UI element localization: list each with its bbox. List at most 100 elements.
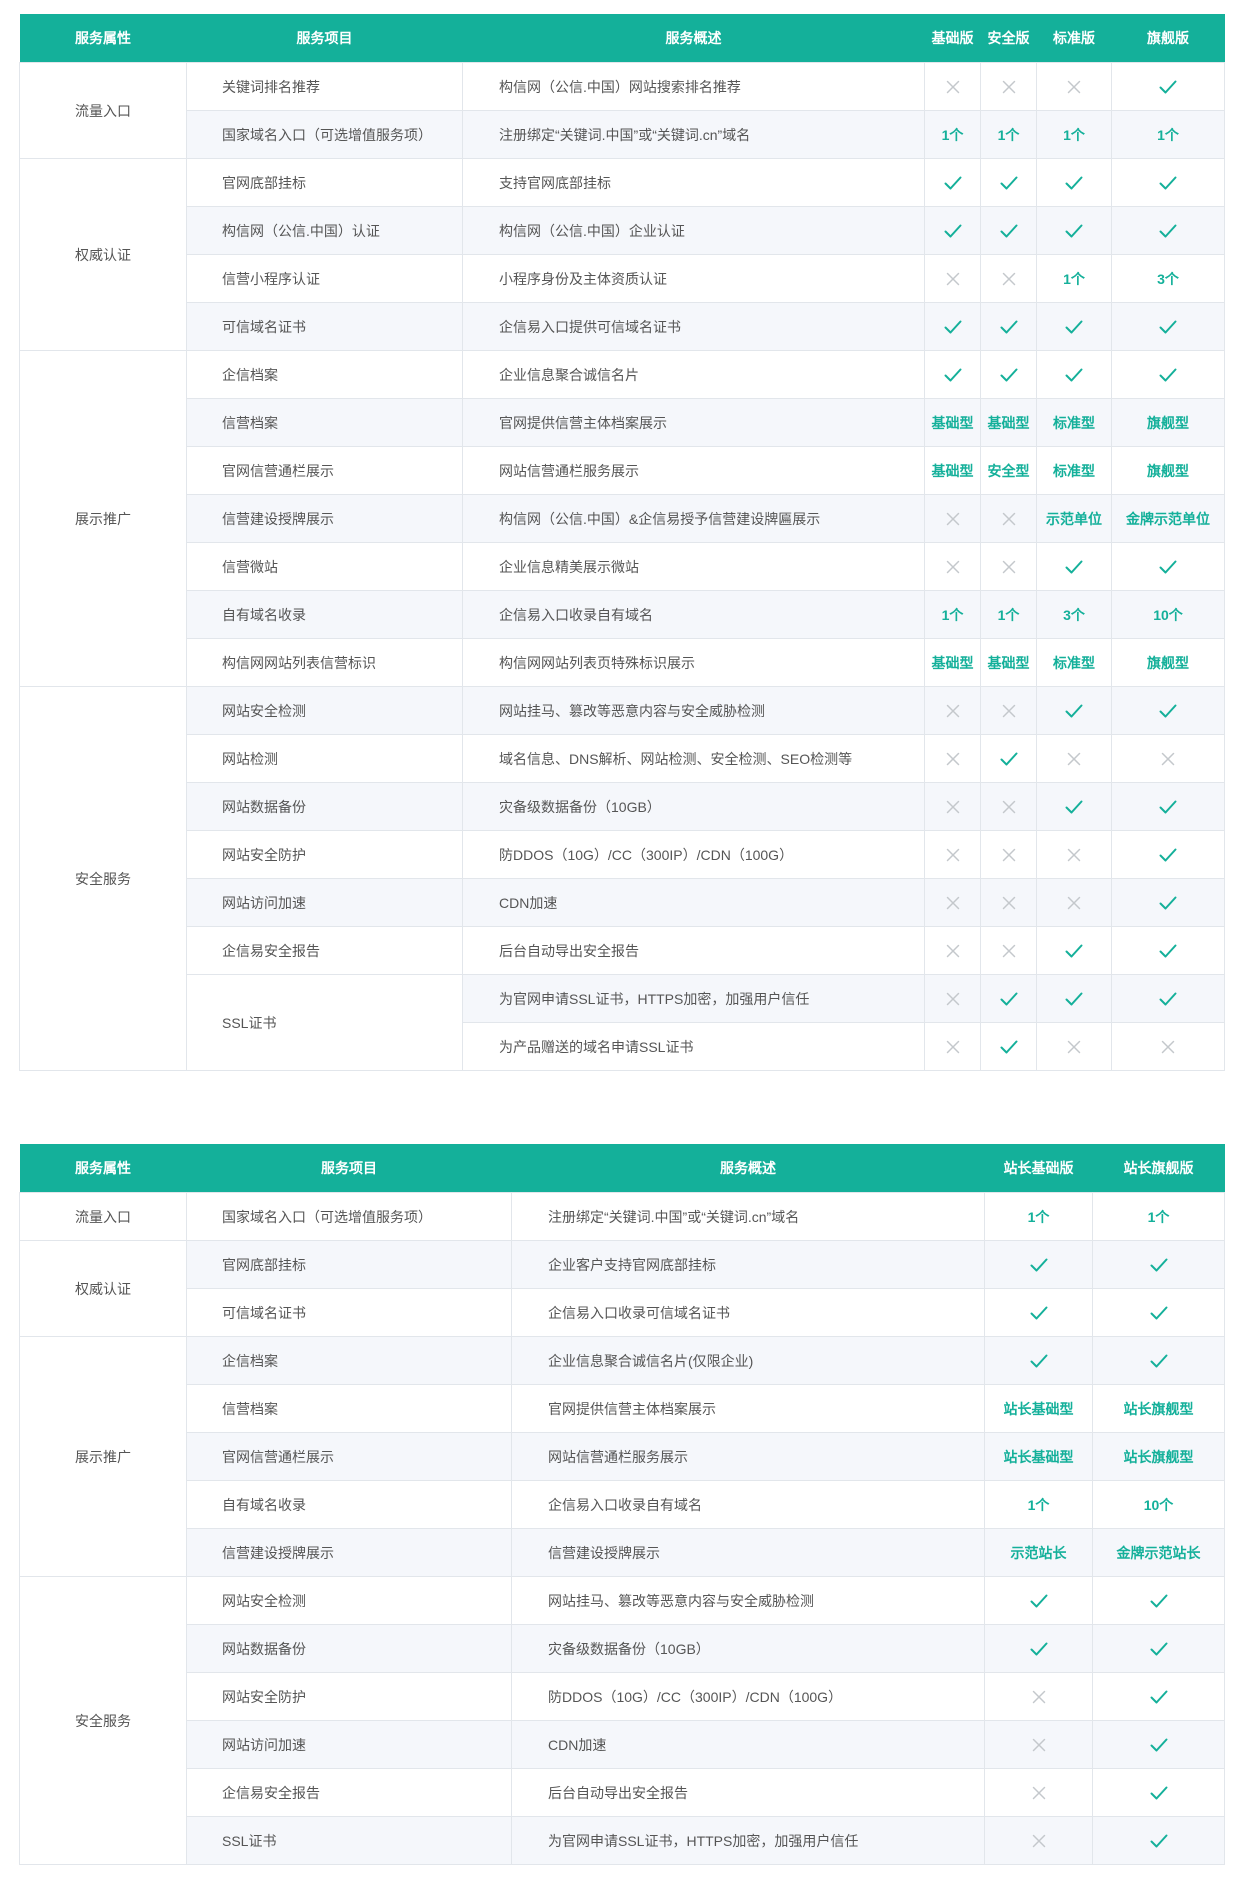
category-cell: 流量入口 bbox=[19, 62, 187, 159]
plan-value-cell-basic: 1个 bbox=[924, 110, 981, 159]
check-icon bbox=[999, 221, 1019, 241]
cross-icon bbox=[1064, 845, 1084, 865]
plan-value-cell-security bbox=[980, 830, 1037, 879]
table-row: 可信域名证书 企信易入口收录可信域名证书 bbox=[20, 1288, 1225, 1337]
cross-icon bbox=[999, 77, 1019, 97]
service-item-cell: 构信网网站列表信营标识 bbox=[186, 638, 463, 687]
cross-icon bbox=[1029, 1783, 1049, 1803]
plan-value-cell-security: 安全型 bbox=[980, 446, 1037, 495]
header-service-overview: 服务概述 bbox=[511, 1144, 985, 1193]
check-icon bbox=[1149, 1351, 1169, 1371]
check-icon bbox=[1158, 893, 1178, 913]
plan-value-cell-basic bbox=[924, 62, 981, 111]
plan-value-cell-standard bbox=[1036, 62, 1112, 111]
check-icon bbox=[1158, 557, 1178, 577]
service-item-cell: 可信域名证书 bbox=[186, 302, 463, 351]
table-row: 自有域名收录 企信易入口收录自有域名 1个 10个 bbox=[20, 1480, 1225, 1529]
header-plan-security: 安全版 bbox=[980, 14, 1037, 63]
plan-value-text: 站长基础型 bbox=[1003, 1448, 1074, 1465]
plan-value-cell-standard: 1个 bbox=[1036, 254, 1112, 303]
table-body: 流量入口 国家域名入口（可选增值服务项） 注册绑定“关键词.中国”或“关键词.cn”… bbox=[19, 1192, 1225, 1865]
plan-value-cell-webmaster-basic bbox=[984, 1336, 1093, 1385]
cross-icon bbox=[1158, 749, 1178, 769]
plan-comparison-table-1: 服务属性 服务项目 服务概述 基础版 安全版 标准版 旗舰版 流量入口 关键词排名… bbox=[19, 14, 1225, 1071]
plan-value-cell-webmaster-basic bbox=[984, 1720, 1093, 1769]
plan-value-text: 站长旗舰型 bbox=[1123, 1448, 1194, 1465]
table-row: 安全服务 网站安全检测 网站挂马、篡改等恶意内容与安全威胁检测 bbox=[19, 1576, 1225, 1865]
cross-icon bbox=[999, 941, 1019, 961]
header-plan-flagship: 旗舰版 bbox=[1111, 14, 1225, 63]
plan-value-text: 标准型 bbox=[1053, 654, 1095, 671]
check-icon bbox=[943, 317, 963, 337]
plan-value-text: 基础型 bbox=[931, 414, 974, 431]
plan-value-cell-flagship: 金牌示范单位 bbox=[1111, 494, 1225, 543]
plan-value-text: 基础型 bbox=[987, 414, 1030, 431]
plan-value-cell-standard bbox=[1036, 158, 1112, 207]
plan-value-cell-standard bbox=[1036, 350, 1112, 399]
service-overview-cell: CDN加速 bbox=[511, 1720, 985, 1769]
cross-icon bbox=[1064, 893, 1084, 913]
service-overview-cell: 后台自动导出安全报告 bbox=[511, 1768, 985, 1817]
plan-value-text: 1个 bbox=[941, 606, 964, 623]
plan-value-cell-webmaster-flagship: 站长旗舰型 bbox=[1092, 1384, 1225, 1433]
plan-value-cell-security bbox=[980, 878, 1037, 927]
table-row: SSL证书 为官网申请SSL证书，HTTPS加密，加强用户信任 bbox=[20, 1816, 1225, 1865]
table-row: 流量入口 关键词排名推荐 构信网（公信.中国）网站搜索排名推荐 bbox=[19, 62, 1225, 159]
service-overview-cell: 为官网申请SSL证书，HTTPS加密，加强用户信任 bbox=[462, 974, 925, 1023]
check-icon bbox=[1064, 701, 1084, 721]
service-overview-cell: 企业客户支持官网底部挂标 bbox=[511, 1240, 985, 1289]
service-item-cell: 信营微站 bbox=[186, 542, 463, 591]
service-item-cell: 官网底部挂标 bbox=[186, 1240, 512, 1289]
plan-value-cell-flagship bbox=[1111, 542, 1225, 591]
plan-value-cell-basic bbox=[924, 254, 981, 303]
check-icon bbox=[1149, 1687, 1169, 1707]
plan-value-cell-webmaster-flagship bbox=[1092, 1672, 1225, 1721]
plan-comparison-table-2: 服务属性 服务项目 服务概述 站长基础版 站长旗舰版 流量入口 国家域名入口（可选… bbox=[19, 1144, 1225, 1865]
service-item-cell: SSL证书 bbox=[186, 974, 463, 1071]
cross-icon bbox=[1029, 1831, 1049, 1851]
plan-value-cell-standard bbox=[1036, 782, 1112, 831]
plan-value-cell-security bbox=[980, 782, 1037, 831]
header-service-item: 服务项目 bbox=[186, 1144, 512, 1193]
plan-value-cell-standard bbox=[1036, 206, 1112, 255]
table-row: 展示推广 企信档案 企业信息聚合诚信名片(仅限企业) bbox=[19, 1336, 1225, 1577]
service-item-cell: 企信档案 bbox=[186, 1336, 512, 1385]
service-overview-cell: 网站挂马、篡改等恶意内容与安全威胁检测 bbox=[462, 686, 925, 735]
table-row: 信营微站 企业信息精美展示微站 bbox=[20, 542, 1225, 591]
service-overview-cell: CDN加速 bbox=[462, 878, 925, 927]
plan-value-cell-webmaster-flagship: 1个 bbox=[1092, 1192, 1225, 1241]
plan-value-cell-basic bbox=[924, 782, 981, 831]
plan-value-cell-basic bbox=[924, 302, 981, 351]
service-item-cell: 网站安全检测 bbox=[186, 686, 463, 735]
table-header-row: 服务属性 服务项目 服务概述 站长基础版 站长旗舰版 bbox=[19, 1144, 1225, 1193]
check-icon bbox=[1158, 941, 1178, 961]
plan-value-text: 1个 bbox=[997, 126, 1020, 143]
plan-value-text: 3个 bbox=[1063, 606, 1085, 623]
check-icon bbox=[999, 749, 1019, 769]
plan-value-cell-flagship: 10个 bbox=[1111, 590, 1225, 639]
header-plan-webmaster-flagship: 站长旗舰版 bbox=[1092, 1144, 1225, 1193]
service-overview-cell: 灾备级数据备份（10GB） bbox=[511, 1624, 985, 1673]
plan-value-cell-security bbox=[980, 350, 1037, 399]
plan-value-text: 旗舰型 bbox=[1147, 462, 1189, 479]
plan-value-cell-flagship bbox=[1111, 926, 1225, 975]
plan-value-cell-standard: 示范单位 bbox=[1036, 494, 1112, 543]
service-overview-cell: 网站挂马、篡改等恶意内容与安全威胁检测 bbox=[511, 1576, 985, 1625]
plan-value-cell-standard bbox=[1036, 1022, 1112, 1071]
plan-value-cell-webmaster-flagship: 站长旗舰型 bbox=[1092, 1432, 1225, 1481]
service-item-cell: SSL证书 bbox=[186, 1816, 512, 1865]
service-overview-cell: 企业信息聚合诚信名片(仅限企业) bbox=[511, 1336, 985, 1385]
plan-value-cell-basic bbox=[924, 206, 981, 255]
plan-value-cell-security bbox=[980, 926, 1037, 975]
plan-value-cell-security bbox=[980, 494, 1037, 543]
service-overview-cell: 注册绑定“关键词.中国”或“关键词.cn”域名 bbox=[511, 1192, 985, 1241]
plan-value-cell-standard: 标准型 bbox=[1036, 638, 1112, 687]
plan-value-text: 1个 bbox=[1027, 1496, 1050, 1513]
plan-value-cell-flagship bbox=[1111, 830, 1225, 879]
service-item-cell: 官网信营通栏展示 bbox=[186, 1432, 512, 1481]
check-icon bbox=[1064, 221, 1084, 241]
plan-value-cell-basic: 1个 bbox=[924, 590, 981, 639]
service-overview-cell: 企业信息聚合诚信名片 bbox=[462, 350, 925, 399]
cross-icon bbox=[999, 701, 1019, 721]
check-icon bbox=[1064, 173, 1084, 193]
